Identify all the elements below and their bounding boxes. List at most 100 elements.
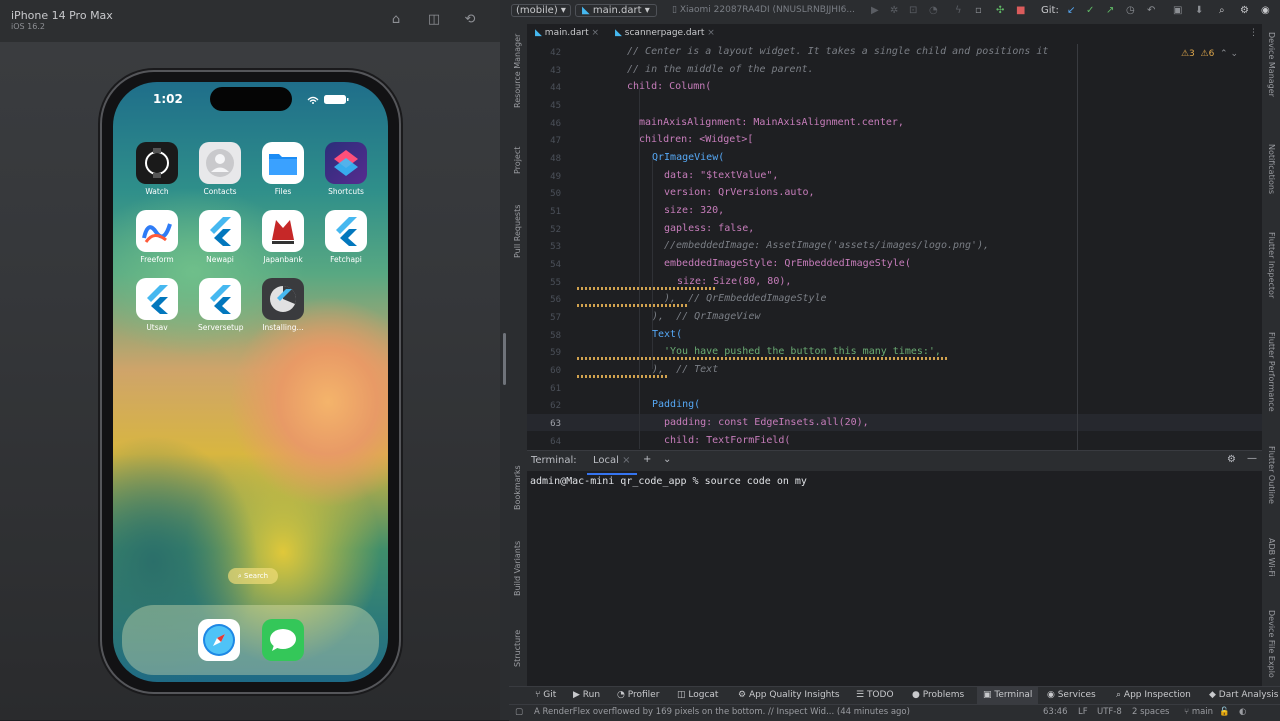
caret-position[interactable]: 63:46 [1043,707,1068,717]
git-update-icon[interactable]: ↙ [1067,5,1075,16]
tool-device-manager[interactable]: Device Manager [1267,32,1276,97]
run-icon[interactable]: ▶ [871,5,879,16]
line-number: 61 [550,384,561,394]
tool-resource-manager[interactable]: Resource Manager [513,34,522,108]
app-contacts[interactable]: Contacts [198,142,242,196]
line-ending[interactable]: LF [1078,707,1088,717]
profile-icon[interactable]: ◔ [929,5,938,16]
home-icon[interactable]: ⌂ [388,12,404,28]
gear-icon[interactable]: ⚙ [1240,5,1249,16]
tool-flutter-outline[interactable]: Flutter Outline [1267,446,1276,504]
tab-label: main.dart [544,28,589,38]
build-icon[interactable]: ▫ [975,5,982,16]
phone-screen[interactable]: 1:02 Watch Contacts Files Shortcuts Free… [113,82,388,682]
tool-pull-requests[interactable]: Pull Requests [513,205,522,258]
phone-frame: 1:02 Watch Contacts Files Shortcuts Free… [102,72,399,692]
code-editor[interactable]: ⚠3 ⚠6 ⌃ ⌄ 42 43 44 45 46 47 48 49 50 51 … [527,44,1262,450]
app-serversetup[interactable]: Serversetup [198,278,244,332]
file-selector[interactable]: ◣ main.dart ▾ [575,4,657,17]
tab-scannerpage-dart[interactable]: ◣ scannerpage.dart × [607,24,723,46]
hot-reload-icon[interactable]: ϟ [955,5,962,16]
tool-logcat[interactable]: ◫ Logcat [677,690,718,700]
safari-icon[interactable] [198,619,240,661]
indent-setting[interactable]: 2 spaces [1132,707,1169,717]
tool-git[interactable]: ⑂ Git [535,690,556,700]
app-files[interactable]: Files [261,142,305,196]
app-fetchapi[interactable]: Fetchapi [324,210,368,264]
new-tab-icon[interactable]: + [643,454,651,465]
code-line: QrImageView( [652,152,725,163]
split-divider[interactable] [500,0,509,720]
android-icon[interactable]: ✣ [996,5,1004,16]
sdk-manager-icon[interactable]: ⬇ [1195,5,1203,16]
tool-app-inspection[interactable]: ⌕ App Inspection [1116,690,1191,700]
file-selector-label: main.dart [592,5,642,16]
tool-notifications[interactable]: Notifications [1267,144,1276,194]
tool-app-quality-insights[interactable]: ⚙ App Quality Insights [738,690,840,700]
code-line: size: Size(80, 80), [677,276,792,287]
debug-icon[interactable]: ✲ [890,5,898,16]
app-japanbank[interactable]: Japanbank [261,210,305,264]
close-icon[interactable]: × [622,455,630,466]
tool-flutter-inspector[interactable]: Flutter Inspector [1267,232,1276,298]
tool-flutter-performance[interactable]: Flutter Performance [1267,332,1276,412]
status-message[interactable]: A RenderFlex overflowed by 169 pixels on… [534,707,910,717]
minimize-icon[interactable]: — [1247,453,1257,464]
git-commit-icon[interactable]: ✓ [1086,5,1094,16]
tool-run[interactable]: ▶ Run [573,690,600,700]
app-freeform[interactable]: Freeform [135,210,179,264]
tool-adb-wifi[interactable]: ADB Wi-Fi [1267,538,1276,577]
tool-services[interactable]: ◉ Services [1047,690,1096,700]
search-pill[interactable]: ⌕ Search [228,568,278,584]
tool-dart-analysis[interactable]: ◆ Dart Analysis [1209,690,1278,700]
memory-icon[interactable]: ◐ [1239,707,1246,717]
git-branch[interactable]: ⑂ main [1184,707,1213,717]
account-icon[interactable]: ◉ [1261,5,1270,16]
tool-build-variants[interactable]: Build Variants [513,541,522,596]
app-utsav[interactable]: Utsav [135,278,179,332]
history-icon[interactable]: ◷ [1126,5,1135,16]
tool-structure[interactable]: Structure [513,630,522,667]
gear-icon[interactable]: ⚙ [1227,454,1236,465]
screenshot-icon[interactable]: ◫ [426,12,442,28]
rotate-icon[interactable]: ⟲ [462,12,478,28]
inspection-widget[interactable]: ⚠3 ⚠6 ⌃ ⌄ [1181,49,1238,59]
app-label: Installing... [262,323,304,332]
tool-problems[interactable]: ● Problems [912,690,964,700]
search-icon[interactable]: ⌕ [1219,5,1225,16]
terminal-tab-local[interactable]: Local × [587,451,637,475]
rollback-icon[interactable]: ↶ [1147,5,1155,16]
tool-device-file-explorer[interactable]: Device File Explo [1267,610,1276,678]
app-newapi[interactable]: Newapi [198,210,242,264]
git-push-icon[interactable]: ↗ [1106,5,1114,16]
code-line: ), // QrImageView [652,311,761,322]
run-config-selector[interactable]: (mobile) ▾ [511,4,571,17]
attach-icon[interactable]: ⊡ [909,5,917,16]
run-config-label: (mobile) [516,5,558,16]
tool-bookmarks[interactable]: Bookmarks [513,465,522,510]
device-selector[interactable]: ▯ Xiaomi 22087RA4DI (NNUSLRNBJJHI6... [672,5,855,15]
close-icon[interactable]: × [707,28,715,38]
code-line: embeddedImageStyle: QrEmbeddedImageStyle… [664,258,911,269]
close-icon[interactable]: × [591,28,599,38]
file-encoding[interactable]: UTF-8 [1097,707,1122,717]
right-tool-strip: Device Manager Notifications Flutter Ins… [1262,24,1280,694]
tool-todo[interactable]: ☰ TODO [856,690,894,700]
tool-profiler[interactable]: ◔ Profiler [617,690,659,700]
flutter-icon [325,210,367,252]
app-watch[interactable]: Watch [135,142,179,196]
tool-project[interactable]: Project [513,147,522,174]
code-line: // Center is a layout widget. It takes a… [627,46,1049,57]
app-installing[interactable]: Installing... [261,278,305,332]
device-manager-icon[interactable]: ▣ [1173,5,1182,16]
lock-icon[interactable]: 🔓 [1219,707,1230,717]
app-label: Files [274,187,292,196]
chevron-down-icon[interactable]: ⌄ [663,454,671,465]
app-shortcuts[interactable]: Shortcuts [324,142,368,196]
messages-icon[interactable] [262,619,304,661]
stop-icon[interactable]: ■ [1016,5,1025,16]
tab-main-dart[interactable]: ◣ main.dart × [535,28,599,38]
more-tabs-icon[interactable]: ⋮ [1249,28,1258,38]
layout-icon[interactable]: ▢ [515,707,523,717]
terminal-prompt-line[interactable]: admin@Mac-mini qr_code_app % source code… [530,476,807,487]
